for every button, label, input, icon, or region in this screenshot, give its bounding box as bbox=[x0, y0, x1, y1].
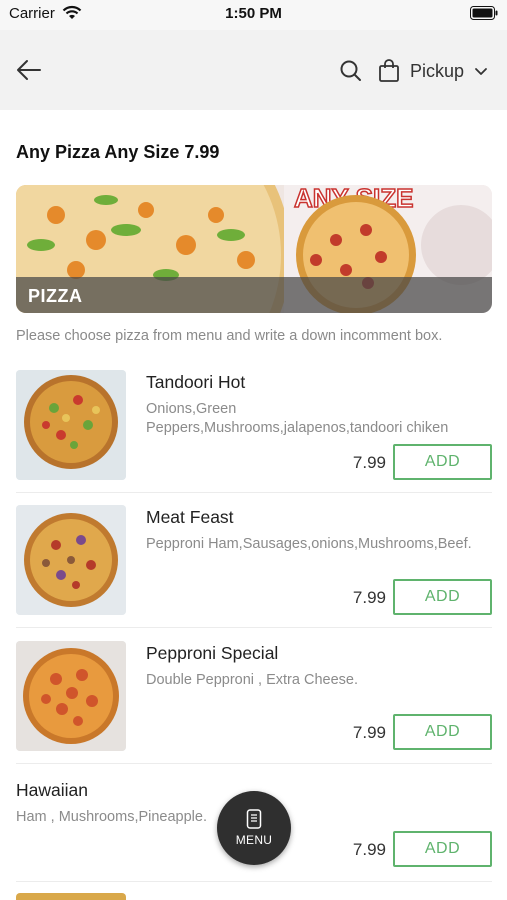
item-divider bbox=[16, 763, 492, 764]
item-divider bbox=[16, 627, 492, 628]
cart-button[interactable] bbox=[377, 57, 401, 83]
item-description: Double Pepproni , Extra Cheese. bbox=[146, 672, 358, 688]
add-to-cart-button[interactable]: ADD bbox=[393, 444, 492, 480]
menu-phone-icon bbox=[246, 809, 262, 829]
shopping-bag-icon bbox=[379, 59, 399, 82]
deal-instructions: Please choose pizza from menu and write … bbox=[16, 328, 443, 344]
item-divider bbox=[16, 881, 492, 882]
status-bar: Carrier 1:50 PM bbox=[0, 0, 507, 30]
add-to-cart-button[interactable]: ADD bbox=[393, 714, 492, 750]
back-arrow-icon bbox=[17, 60, 41, 80]
banner-category-label: PIZZA bbox=[28, 286, 83, 306]
item-price: 7.99 bbox=[352, 453, 386, 472]
deal-title: Any Pizza Any Size 7.99 bbox=[16, 142, 220, 162]
back-button[interactable] bbox=[12, 56, 46, 84]
search-button[interactable] bbox=[338, 58, 364, 84]
order-type-label: Pickup bbox=[410, 60, 465, 81]
item-price: 7.99 bbox=[352, 723, 386, 742]
item-name: Pepproni Special bbox=[146, 643, 279, 663]
pizza-image bbox=[16, 505, 126, 615]
search-icon bbox=[340, 60, 361, 81]
item-price: 7.99 bbox=[352, 588, 386, 607]
pizza-image bbox=[16, 641, 126, 751]
pizza-image bbox=[16, 370, 126, 480]
deal-banner[interactable]: ANY SIZE PIZZA bbox=[16, 185, 492, 313]
item-description: Pepproni Ham,Sausages,onions,Mushrooms,B… bbox=[146, 536, 472, 552]
add-to-cart-button[interactable]: ADD bbox=[393, 579, 492, 615]
menu-fab-button[interactable]: MENU bbox=[217, 791, 291, 865]
add-to-cart-button[interactable]: ADD bbox=[393, 831, 492, 867]
chevron-down-icon bbox=[475, 68, 487, 75]
pizza-image bbox=[16, 893, 126, 900]
item-name: Hawaiian bbox=[16, 780, 88, 800]
item-description: Onions,Green Peppers,Mushrooms,jalapenos… bbox=[146, 401, 449, 436]
item-price: 7.99 bbox=[352, 840, 386, 859]
order-type-dropdown[interactable]: Pickup bbox=[410, 58, 488, 84]
item-name: Tandoori Hot bbox=[146, 372, 246, 392]
item-name: Meat Feast bbox=[146, 507, 234, 527]
menu-fab-label: MENU bbox=[235, 833, 273, 847]
clock: 1:50 PM bbox=[225, 5, 282, 22]
item-description: Ham , Mushrooms,Pineapple. bbox=[16, 809, 207, 825]
item-divider bbox=[16, 492, 492, 493]
battery-icon bbox=[470, 6, 498, 25]
nav-bar: Pickup bbox=[0, 30, 507, 110]
